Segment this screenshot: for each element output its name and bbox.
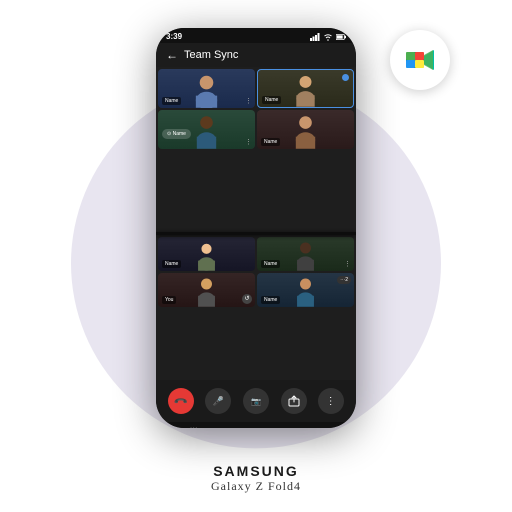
google-meet-icon xyxy=(390,30,450,90)
participant-cell-5[interactable]: Name xyxy=(158,237,255,271)
home-button[interactable]: ○ xyxy=(255,427,261,428)
cell-menu-6[interactable]: ⋮ xyxy=(344,260,351,268)
more-icon: ⋮ xyxy=(326,396,337,407)
samsung-model-name: Galaxy Z Fold4 xyxy=(211,479,301,494)
cell-menu-1[interactable]: ⋮ xyxy=(245,97,252,105)
samsung-label: SAMSUNG Galaxy Z Fold4 xyxy=(211,463,301,494)
status-icons xyxy=(310,33,346,41)
scene: 3:39 xyxy=(0,0,512,512)
participant-name-5: Name xyxy=(162,260,181,268)
participant-cell-4[interactable]: Name xyxy=(257,110,354,149)
back-nav-button[interactable]: ‹ xyxy=(319,427,322,428)
samsung-brand-name: SAMSUNG xyxy=(211,463,301,479)
participant-name-you: You xyxy=(162,296,176,304)
phone-header: ← Team Sync xyxy=(156,43,356,67)
camera-toggle-button[interactable]: 📷 xyxy=(243,388,269,414)
participant-cell-8[interactable]: Name ⋯2 xyxy=(257,273,354,307)
control-bar: 📞 🎤 📷 ⋮ xyxy=(156,380,356,422)
fold-line xyxy=(156,232,356,235)
participant-cell-you[interactable]: You ↺ xyxy=(158,273,255,307)
participant-video-3 xyxy=(158,110,255,149)
recent-apps-button[interactable]: ||| xyxy=(190,427,198,428)
end-call-button[interactable]: 📞 xyxy=(168,388,194,414)
participant-cell-3[interactable]: ⊙ Name ⋮ xyxy=(158,110,255,149)
battery-icon xyxy=(336,33,346,41)
meet-logo-svg xyxy=(402,42,438,78)
video-grid: Name ⋮ Name ⊙ Name xyxy=(156,67,356,232)
participant-name-8: Name xyxy=(261,296,280,304)
participant-name-6: Name xyxy=(261,260,280,268)
switch-camera-icon[interactable]: ↺ xyxy=(242,294,252,304)
mic-icon: 🎤 xyxy=(213,396,224,407)
participant-name-4: Name xyxy=(261,138,280,146)
share-icon xyxy=(288,395,300,407)
participant-cell-1[interactable]: Name ⋮ xyxy=(158,69,255,108)
phone-device: 3:39 xyxy=(156,28,356,428)
wifi-icon xyxy=(323,33,333,41)
phone-nav: ||| ○ ‹ xyxy=(156,422,356,428)
back-button[interactable]: ← xyxy=(166,48,178,62)
more-options-button[interactable]: ⋮ xyxy=(318,388,344,414)
status-bar: 3:39 xyxy=(156,28,356,43)
active-indicator-2 xyxy=(342,74,349,81)
end-call-icon: 📞 xyxy=(173,393,189,409)
mute-button[interactable]: 🎤 xyxy=(205,388,231,414)
video-grid-bottom: Name Name ⋮ You xyxy=(156,235,356,380)
participant-name-1: Name xyxy=(162,97,181,105)
share-screen-button[interactable] xyxy=(281,388,307,414)
notification-badge-8: ⋯2 xyxy=(337,276,351,284)
participant-name-2: Name xyxy=(262,96,281,104)
participant-cell-6[interactable]: Name ⋮ xyxy=(257,237,354,271)
status-time: 3:39 xyxy=(166,32,182,41)
signal-icon xyxy=(310,33,320,41)
cell-menu-3[interactable]: ⋮ xyxy=(245,138,252,146)
participant-cell-2[interactable]: Name xyxy=(257,69,354,108)
call-title: Team Sync xyxy=(184,49,238,61)
camera-icon: 📷 xyxy=(251,397,261,406)
